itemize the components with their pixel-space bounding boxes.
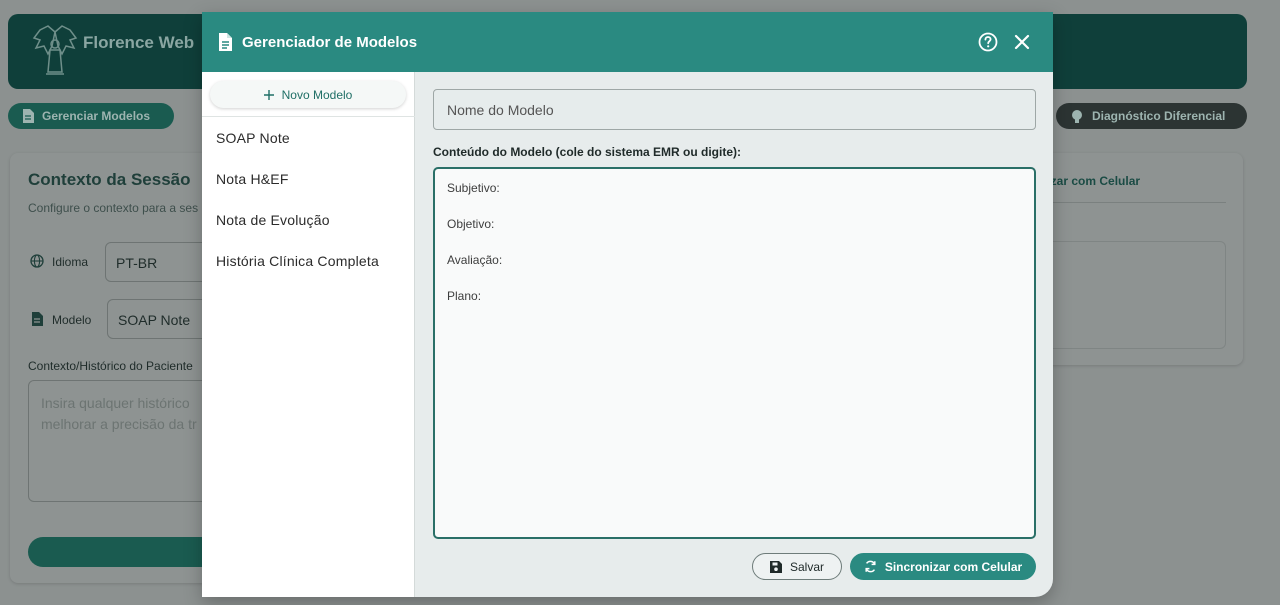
plus-icon: [263, 89, 274, 100]
model-item-nota-hef[interactable]: Nota H&EF: [202, 158, 415, 199]
document-icon: [32, 312, 43, 326]
modal-header: Gerenciador de Modelos: [202, 12, 1053, 72]
model-label: Modelo: [52, 313, 92, 327]
close-icon: [1014, 34, 1030, 50]
model-item-historia-clinica[interactable]: História Clínica Completa: [202, 240, 415, 281]
modal-title: Gerenciador de Modelos: [242, 33, 418, 51]
sync-panel-box: [1040, 241, 1226, 349]
model-select[interactable]: SOAP Note: [107, 299, 217, 339]
template-line: Avaliação:: [447, 253, 503, 267]
editor-actions: Salvar Sincronizar com Celular: [752, 553, 1036, 580]
globe-icon: [30, 254, 44, 268]
template-content-textarea[interactable]: Subjetivo: Objetivo: Avaliação: Plano:: [433, 167, 1036, 539]
close-button[interactable]: [1010, 30, 1034, 54]
model-item-nota-evolucao[interactable]: Nota de Evolução: [202, 199, 415, 240]
model-name-input[interactable]: [433, 89, 1036, 130]
sync-tab[interactable]: nizar com Celular: [1040, 174, 1140, 188]
help-icon: [978, 32, 998, 52]
save-icon: [769, 560, 782, 573]
document-icon: [23, 109, 34, 123]
divider: [1040, 202, 1226, 203]
patient-context-label: Contexto/Histórico do Paciente: [28, 359, 193, 373]
manage-models-label: Gerenciar Modelos: [42, 109, 151, 123]
patient-context-textarea[interactable]: Insira qualquer histórico melhorar a pre…: [28, 380, 218, 502]
manage-models-button[interactable]: Gerenciar Modelos: [8, 103, 174, 129]
model-list: SOAP Note Nota H&EF Nota de Evolução His…: [202, 117, 415, 281]
session-context-title: Contexto da Sessão: [28, 170, 191, 189]
brain-icon: [1072, 110, 1082, 123]
differential-diagnosis-label: Diagnóstico Diferencial: [1092, 109, 1226, 123]
template-line: Plano:: [447, 289, 482, 303]
model-editor: Conteúdo do Modelo (cole do sistema EMR …: [416, 72, 1053, 597]
help-button[interactable]: [976, 30, 1000, 54]
language-label: Idioma: [52, 255, 89, 269]
model-item-soap-note[interactable]: SOAP Note: [202, 117, 415, 158]
sync-icon: [865, 560, 876, 573]
sync-phone-label: Sincronizar com Celular: [884, 559, 1023, 574]
template-manager-modal: Gerenciador de Modelos Novo Modelo SOAP …: [202, 12, 1053, 597]
model-sidebar: Novo Modelo SOAP Note Nota H&EF Nota de …: [202, 72, 415, 597]
template-line: Subjetivo:: [447, 181, 500, 195]
document-icon: [219, 33, 232, 51]
sync-phone-button[interactable]: Sincronizar com Celular: [850, 553, 1036, 580]
template-content-label: Conteúdo do Modelo (cole do sistema EMR …: [433, 145, 741, 159]
save-label: Salvar: [789, 559, 824, 574]
new-model-button[interactable]: Novo Modelo: [210, 81, 406, 108]
session-context-subtitle: Configure o contexto para a ses: [28, 201, 199, 215]
save-button[interactable]: Salvar: [752, 553, 842, 580]
differential-diagnosis-button[interactable]: Diagnóstico Diferencial: [1056, 103, 1247, 129]
template-line: Objetivo:: [447, 217, 495, 231]
app-title: Florence Web: [83, 33, 195, 52]
start-session-button[interactable]: [28, 537, 218, 567]
language-select[interactable]: PT-BR: [105, 242, 215, 282]
new-model-label: Novo Modelo: [281, 87, 353, 102]
logo-emblem: [32, 25, 78, 75]
